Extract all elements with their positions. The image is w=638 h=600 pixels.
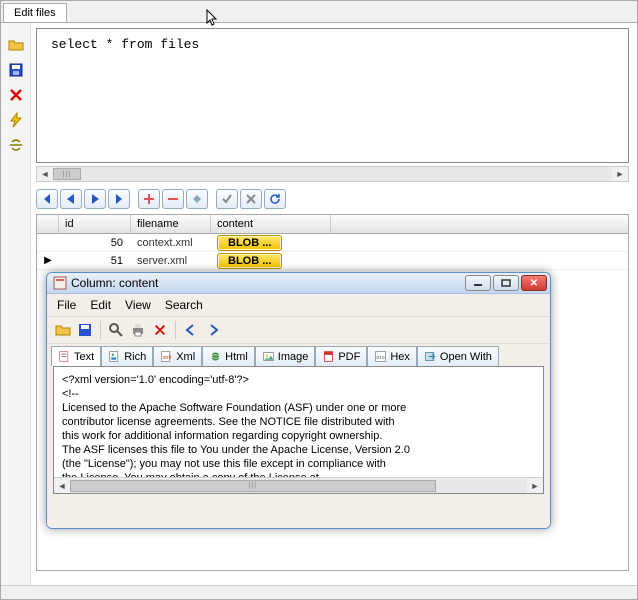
scroll-right-icon[interactable]: ►: [612, 167, 628, 181]
minimize-button[interactable]: [465, 275, 491, 291]
refresh-button[interactable]: [264, 189, 286, 209]
commit-button[interactable]: [216, 189, 238, 209]
prev-record-button[interactable]: [60, 189, 82, 209]
scroll-right-icon[interactable]: ►: [527, 479, 543, 493]
first-record-button[interactable]: [36, 189, 58, 209]
tab-html[interactable]: Html: [202, 346, 255, 366]
tab-open-with[interactable]: Open With: [417, 346, 499, 366]
search-icon[interactable]: [106, 320, 126, 340]
maximize-button[interactable]: [493, 275, 519, 291]
close-button[interactable]: ✕: [521, 275, 547, 291]
grid-header-rowsel[interactable]: [37, 215, 59, 233]
cell-content: BLOB ...: [211, 234, 331, 252]
tab-edit-files[interactable]: Edit files: [3, 3, 67, 22]
table-row[interactable]: 50 context.xml BLOB ...: [37, 234, 628, 252]
save-file-icon[interactable]: [75, 320, 95, 340]
tab-text[interactable]: Text: [51, 346, 101, 366]
remove-record-button[interactable]: [162, 189, 184, 209]
menu-edit[interactable]: Edit: [90, 298, 111, 312]
tab-xml[interactable]: xmlXml: [153, 346, 202, 366]
scroll-track[interactable]: |||: [53, 167, 612, 181]
grid-toolbar: [36, 186, 629, 212]
cancel-button[interactable]: [240, 189, 262, 209]
viewer-tabbar: Text Rich xmlXml Html Image PDF 010Hex O…: [47, 344, 550, 366]
add-record-button[interactable]: [138, 189, 160, 209]
table-row[interactable]: ▶ 51 server.xml BLOB ...: [37, 252, 628, 270]
menu-search[interactable]: Search: [165, 298, 203, 312]
menu-view[interactable]: View: [125, 298, 151, 312]
content-viewer: <?xml version='1.0' encoding='utf-8'?> <…: [53, 366, 544, 494]
forward-icon[interactable]: [203, 320, 223, 340]
row-selector[interactable]: [37, 242, 59, 244]
viewer-hscroll[interactable]: ◄ ||| ►: [54, 477, 543, 493]
open-file-icon[interactable]: [53, 320, 73, 340]
scroll-left-icon[interactable]: ◄: [37, 167, 53, 181]
scroll-thumb[interactable]: |||: [53, 168, 81, 180]
tab-rich[interactable]: Rich: [101, 346, 153, 366]
save-icon[interactable]: [8, 62, 24, 81]
open-folder-icon[interactable]: [8, 37, 24, 56]
cell-content: BLOB ...: [211, 252, 331, 270]
grid-header: id filename content: [37, 215, 628, 234]
next-record-button[interactable]: [84, 189, 106, 209]
blob-button[interactable]: BLOB ...: [217, 235, 282, 251]
cell-id: 51: [59, 254, 131, 268]
tab-pdf[interactable]: PDF: [315, 346, 367, 366]
window-title: Column: content: [71, 276, 465, 290]
last-record-button[interactable]: [108, 189, 130, 209]
window-menubar: File Edit View Search: [47, 294, 550, 316]
bookmark-icon[interactable]: [150, 320, 170, 340]
window-icon: [53, 276, 67, 290]
svg-text:010: 010: [377, 355, 385, 361]
sql-hscroll[interactable]: ◄ ||| ►: [36, 166, 629, 182]
statusbar: [1, 585, 637, 599]
scroll-track[interactable]: |||: [70, 479, 527, 493]
column-content-window: Column: content ✕ File Edit View Search …: [46, 272, 551, 529]
blob-button[interactable]: BLOB ...: [217, 253, 282, 269]
scroll-thumb[interactable]: |||: [70, 480, 436, 492]
back-icon[interactable]: [181, 320, 201, 340]
tab-image[interactable]: Image: [255, 346, 316, 366]
window-toolbar: [47, 316, 550, 344]
main-tab-bar: Edit files: [1, 1, 637, 23]
tab-hex[interactable]: 010Hex: [367, 346, 417, 366]
edit-record-button[interactable]: [186, 189, 208, 209]
sidebar: [1, 23, 31, 585]
menu-file[interactable]: File: [57, 298, 76, 312]
cell-id: 50: [59, 236, 131, 250]
row-pointer-icon[interactable]: ▶: [37, 254, 59, 267]
svg-text:xml: xml: [163, 355, 172, 361]
grid-header-id[interactable]: id: [59, 215, 131, 233]
cell-filename: server.xml: [131, 254, 211, 268]
print-icon[interactable]: [128, 320, 148, 340]
scroll-left-icon[interactable]: ◄: [54, 479, 70, 493]
sql-editor[interactable]: select * from files: [36, 28, 629, 163]
delete-icon[interactable]: [8, 87, 24, 106]
grid-header-filename[interactable]: filename: [131, 215, 211, 233]
window-titlebar[interactable]: Column: content ✕: [47, 273, 550, 294]
lightning-icon[interactable]: [8, 112, 24, 131]
cell-filename: context.xml: [131, 236, 211, 250]
strikethrough-icon[interactable]: [8, 137, 24, 156]
text-content[interactable]: <?xml version='1.0' encoding='utf-8'?> <…: [54, 367, 543, 477]
grid-header-content[interactable]: content: [211, 215, 331, 233]
